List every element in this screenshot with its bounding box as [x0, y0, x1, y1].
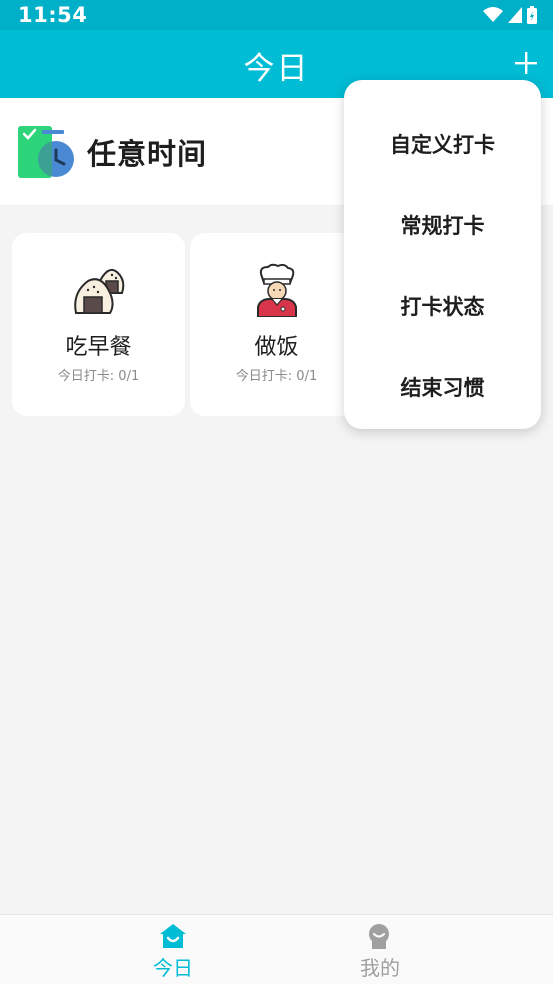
- plus-icon[interactable]: [513, 50, 539, 76]
- menu-item-end-habit[interactable]: 结束习惯: [344, 358, 541, 418]
- chef-icon: [257, 263, 297, 317]
- profile-icon: [369, 924, 389, 949]
- nav-label-today: 今日: [153, 956, 193, 980]
- nav-label-mine: 我的: [360, 956, 400, 980]
- habit-card-cooking[interactable]: 做饭 今日打卡: 0/1: [190, 233, 363, 416]
- nav-tab-today[interactable]: 今日: [128, 915, 218, 984]
- bottom-nav: 今日 我的: [0, 914, 553, 984]
- add-popup-menu: 自定义打卡 常规打卡 打卡状态 结束习惯: [344, 80, 541, 429]
- wifi-icon: [483, 7, 503, 22]
- battery-icon: [527, 6, 537, 24]
- status-icons: [483, 6, 537, 24]
- menu-item-checkin-status[interactable]: 打卡状态: [344, 277, 541, 337]
- status-time: 11:54: [18, 3, 88, 27]
- habit-card-breakfast[interactable]: 吃早餐 今日打卡: 0/1: [12, 233, 185, 416]
- status-bar: 11:54: [0, 0, 553, 30]
- habit-name: 做饭: [254, 335, 299, 360]
- screen: 11:54 今日 任意时间 吃早餐 今日打卡: 0/1 做饭 今日打卡: 0/1…: [0, 0, 553, 984]
- timer-clock-icon: [18, 126, 74, 178]
- habit-name: 吃早餐: [65, 335, 132, 360]
- habit-progress: 今日打卡: 0/1: [235, 369, 318, 384]
- menu-item-regular-checkin[interactable]: 常规打卡: [344, 196, 541, 256]
- section-title: 任意时间: [87, 137, 208, 171]
- nav-tab-mine[interactable]: 我的: [335, 915, 425, 984]
- rice-ball-icon: [74, 269, 125, 314]
- menu-item-custom-checkin[interactable]: 自定义打卡: [344, 115, 541, 175]
- habit-progress: 今日打卡: 0/1: [57, 369, 140, 384]
- signal-icon: [508, 7, 522, 23]
- home-icon: [160, 924, 186, 948]
